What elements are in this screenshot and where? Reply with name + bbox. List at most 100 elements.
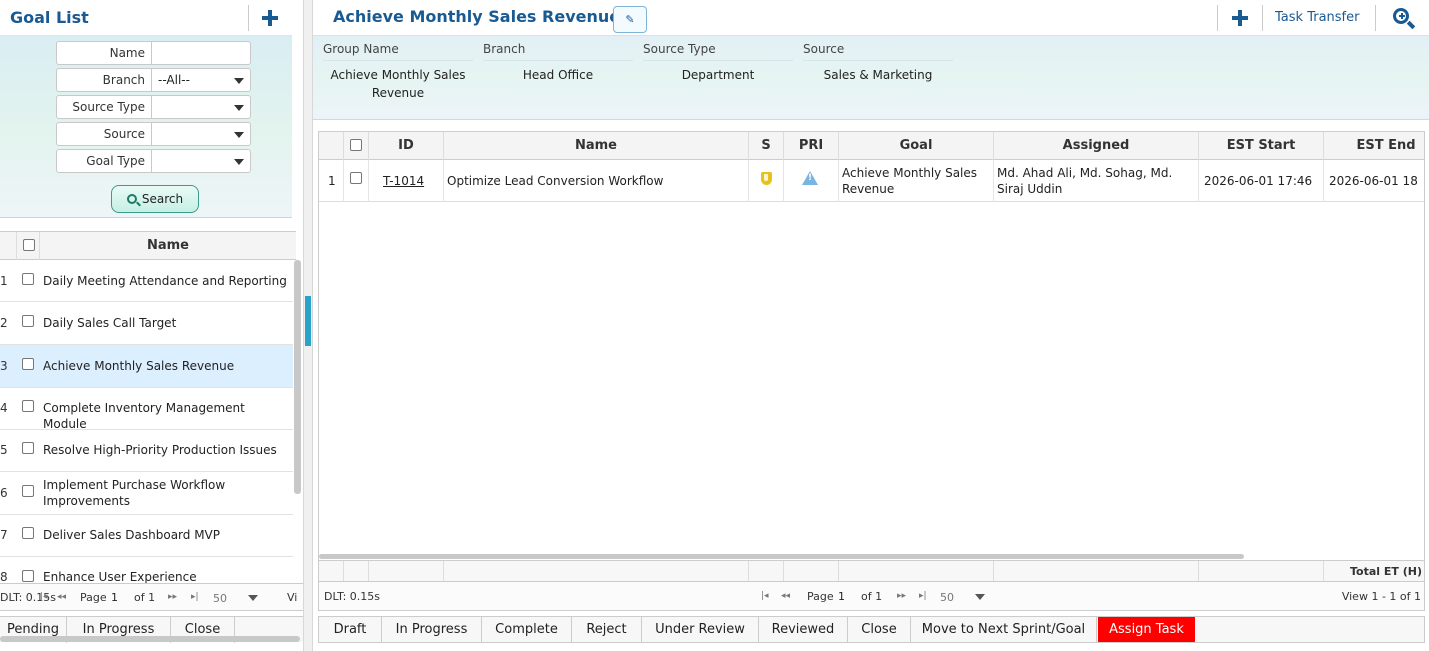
search-button[interactable]: Search <box>111 185 199 213</box>
goal-list-horizontal-scrollbar[interactable] <box>0 636 300 642</box>
under-review-button[interactable]: Under Review <box>642 617 759 642</box>
page-label: Page <box>807 590 834 603</box>
draft-button[interactable]: Draft <box>319 617 382 642</box>
page-input[interactable]: 1 <box>838 590 845 603</box>
add-task-plus-icon[interactable] <box>1230 8 1250 28</box>
goal-row[interactable]: 6 Implement Purchase Workflow Improvemen… <box>0 472 293 515</box>
reject-button[interactable]: Reject <box>572 617 642 642</box>
goal-row[interactable]: 4 Complete Inventory Management Module <box>0 388 293 431</box>
task-priority-cell <box>784 160 839 202</box>
in-progress-button[interactable]: In Progress <box>382 617 482 642</box>
filter-source: Source <box>56 122 251 146</box>
task-action-bar: Draft In Progress Complete Reject Under … <box>318 616 1425 643</box>
column-header-name[interactable]: Name <box>444 132 749 160</box>
prev-page-icon[interactable]: ◂◂ <box>781 591 790 601</box>
view-records-label: View 1 - 1 of 1 <box>1341 590 1421 603</box>
header-divider <box>1375 5 1376 31</box>
header-divider <box>248 5 249 31</box>
move-to-next-sprint-button[interactable]: Move to Next Sprint/Goal <box>911 617 1097 642</box>
page-size-select[interactable]: 50 <box>213 592 227 605</box>
filter-goal-type-label: Goal Type <box>56 149 152 173</box>
goal-name: Daily Sales Call Target <box>43 316 177 330</box>
goal-name: Complete Inventory Management Module <box>43 401 245 431</box>
row-checkbox[interactable] <box>22 358 34 370</box>
row-number: 7 <box>0 528 8 542</box>
goal-row[interactable]: 1 Daily Meeting Attendance and Reporting <box>0 260 293 302</box>
select-all-checkbox[interactable] <box>23 239 35 251</box>
row-number: 3 <box>0 359 8 373</box>
close-button[interactable]: Close <box>848 617 911 642</box>
goal-row[interactable]: 2 Daily Sales Call Target <box>0 302 293 345</box>
filter-name-input[interactable] <box>152 41 251 65</box>
goal-row[interactable]: 5 Resolve High-Priority Production Issue… <box>0 430 293 472</box>
row-checkbox[interactable] <box>22 400 34 412</box>
task-grid-horizontal-scrollbar[interactable] <box>319 554 1244 559</box>
chevron-down-icon <box>234 159 244 165</box>
header-divider <box>1217 5 1218 31</box>
goal-row[interactable]: 7 Deliver Sales Dashboard MVP <box>0 515 293 557</box>
pencil-icon: ✎ <box>625 13 635 26</box>
task-goal: Achieve Monthly Sales Revenue <box>842 166 978 196</box>
first-page-icon[interactable]: |◂ <box>761 591 769 601</box>
info-label: Group Name <box>323 42 473 61</box>
row-checkbox[interactable] <box>22 485 34 497</box>
prev-page-icon[interactable]: ◂◂ <box>57 592 66 602</box>
task-grid-footer: Total ET (H) <box>319 560 1424 582</box>
goal-info-panel: Group Name Achieve Monthly Sales Revenue… <box>313 36 1429 120</box>
goal-detail-header: Achieve Monthly Sales Revenue ✎ Task Tra… <box>313 0 1429 36</box>
page-count: of 1 <box>134 591 156 604</box>
task-id-link[interactable]: T-1014 <box>383 173 440 189</box>
column-header-assigned[interactable]: Assigned <box>994 132 1199 160</box>
row-checkbox[interactable] <box>22 442 34 454</box>
last-page-icon[interactable]: ▸| <box>191 592 199 602</box>
next-page-icon[interactable]: ▸▸ <box>897 591 906 601</box>
goal-name: Implement Purchase Workflow Improvements <box>43 478 226 508</box>
row-checkbox[interactable] <box>350 172 362 184</box>
reviewed-button[interactable]: Reviewed <box>759 617 848 642</box>
row-checkbox[interactable] <box>22 273 34 285</box>
task-id-cell: T-1014 <box>369 160 444 202</box>
goal-list-vertical-scrollbar[interactable] <box>294 260 301 494</box>
goal-grid-header: Name <box>0 231 296 260</box>
goal-name: Daily Meeting Attendance and Reporting <box>43 274 287 288</box>
row-checkbox[interactable] <box>22 527 34 539</box>
row-checkbox[interactable] <box>22 570 34 582</box>
goal-row-partial[interactable]: 8 Enhance User Experience <box>0 557 293 583</box>
goal-row-selected[interactable]: 3 Achieve Monthly Sales Revenue <box>0 345 293 388</box>
last-page-icon[interactable]: ▸| <box>919 591 927 601</box>
panel-splitter[interactable] <box>304 0 312 651</box>
add-goal-plus-icon[interactable] <box>260 8 280 28</box>
column-header-name[interactable]: Name <box>40 232 296 260</box>
goal-list-title: Goal List <box>10 8 89 27</box>
task-transfer-button[interactable]: Task Transfer <box>1275 10 1359 25</box>
page-size-select[interactable]: 50 <box>940 591 954 604</box>
goal-name: Enhance User Experience <box>43 570 197 583</box>
dlt-label: DLT: 0.15s <box>324 590 381 603</box>
filter-source-select[interactable] <box>152 122 251 146</box>
first-page-icon[interactable]: |◂ <box>40 592 48 602</box>
splitter-handle[interactable] <box>305 296 311 346</box>
column-header-id[interactable]: ID <box>369 132 444 160</box>
column-header-est-start[interactable]: EST Start <box>1199 132 1324 160</box>
goal-detail-title: Achieve Monthly Sales Revenue <box>333 7 621 26</box>
column-header-goal[interactable]: Goal <box>839 132 994 160</box>
edit-goal-button[interactable]: ✎ <box>613 6 647 33</box>
column-header-status[interactable]: S <box>749 132 784 160</box>
filter-source-type-select[interactable] <box>152 95 251 119</box>
page-input[interactable]: 1 <box>111 591 118 604</box>
assign-task-button[interactable]: Assign Task <box>1098 617 1195 642</box>
column-header-priority[interactable]: PRI <box>784 132 839 160</box>
row-number: 4 <box>0 401 8 415</box>
zoom-in-icon[interactable] <box>1393 8 1416 30</box>
filter-goal-type-select[interactable] <box>152 149 251 173</box>
next-page-icon[interactable]: ▸▸ <box>168 592 177 602</box>
total-et-label: Total ET (H) <box>1350 565 1422 578</box>
complete-button[interactable]: Complete <box>482 617 572 642</box>
row-checkbox[interactable] <box>22 315 34 327</box>
column-header-est-end[interactable]: EST End <box>1324 132 1424 160</box>
task-row[interactable]: 1 T-1014 Optimize Lead Conversion Workfl… <box>319 160 1424 202</box>
search-icon <box>126 194 137 204</box>
goal-list-pager: DLT: 0.15s |◂ ◂◂ Page 1 of 1 ▸▸ ▸| 50 Vi <box>0 583 303 611</box>
filter-branch-select[interactable]: --All-- <box>152 68 251 92</box>
select-all-checkbox[interactable] <box>350 139 362 151</box>
